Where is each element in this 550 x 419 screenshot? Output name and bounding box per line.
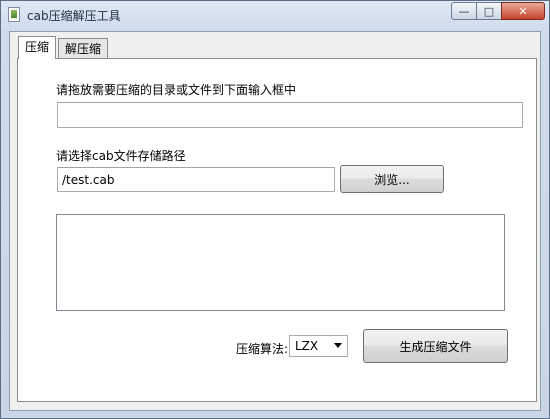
- generate-cab-button[interactable]: 生成压缩文件: [363, 329, 508, 363]
- algorithm-label: 压缩算法:: [236, 342, 289, 356]
- app-window: cab压缩解压工具 — □ ✕ 压缩 解压缩 请拖放需要压缩的目录或文件到下面输…: [0, 0, 550, 419]
- chevron-down-icon: [334, 343, 342, 348]
- tab-compress[interactable]: 压缩: [18, 36, 57, 59]
- tab-decompress[interactable]: 解压缩: [58, 38, 109, 58]
- log-output-area[interactable]: [56, 214, 505, 311]
- algorithm-selected-value: LZX: [295, 339, 319, 353]
- compress-panel: 请拖放需要压缩的目录或文件到下面输入框中 请选择cab文件存储路径 浏览... …: [17, 58, 537, 402]
- minimize-icon: —: [458, 4, 470, 18]
- maximize-icon: □: [483, 4, 495, 18]
- window-title: cab压缩解压工具: [27, 9, 121, 23]
- maximize-button[interactable]: □: [476, 2, 502, 20]
- title-bar[interactable]: cab压缩解压工具 — □ ✕: [1, 1, 549, 31]
- algorithm-select[interactable]: LZX: [289, 335, 348, 357]
- close-icon: ✕: [518, 4, 528, 18]
- close-button[interactable]: ✕: [501, 2, 545, 20]
- minimize-button[interactable]: —: [451, 2, 477, 20]
- app-icon: [8, 7, 20, 22]
- dest-label: 请选择cab文件存储路径: [56, 149, 186, 163]
- source-input[interactable]: [57, 102, 523, 128]
- source-label: 请拖放需要压缩的目录或文件到下面输入框中: [56, 83, 297, 97]
- browse-button[interactable]: 浏览...: [340, 165, 444, 193]
- dest-path-input[interactable]: [57, 167, 335, 192]
- client-area: 压缩 解压缩 请拖放需要压缩的目录或文件到下面输入框中 请选择cab文件存储路径…: [9, 31, 541, 411]
